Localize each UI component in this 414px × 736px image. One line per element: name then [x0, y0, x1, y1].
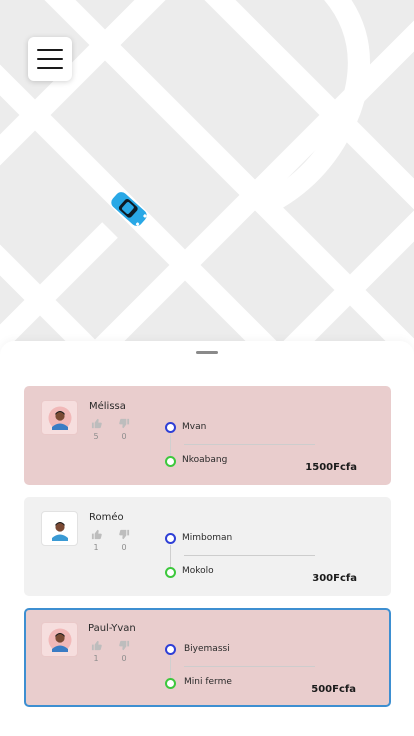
destination-dot-icon	[165, 678, 176, 689]
driver-name: Roméo	[89, 512, 124, 523]
dislikes-count: 0	[121, 543, 127, 552]
route-divider	[184, 666, 315, 667]
taxi-car-icon	[111, 192, 147, 226]
thumbs-down-icon	[118, 640, 129, 651]
origin-place: Mvan	[182, 422, 207, 432]
driver-avatar-icon	[48, 628, 71, 652]
ride-card-selected[interactable]: Paul-Yvan 1 0 Biyemassi Mini ferme 500Fc…	[24, 608, 391, 707]
route-divider	[184, 555, 315, 556]
sheet-drag-handle[interactable]	[196, 351, 218, 354]
dislike-rating[interactable]: 0	[117, 640, 131, 663]
map-view[interactable]	[0, 0, 414, 380]
ride-price: 1500Fcfa	[305, 462, 357, 473]
like-rating[interactable]: 1	[89, 529, 103, 552]
menu-bar	[37, 67, 63, 69]
thumbs-up-icon	[91, 418, 102, 429]
driver-name: Mélissa	[89, 401, 126, 412]
origin-place: Biyemassi	[184, 644, 230, 654]
dislikes-count: 0	[121, 654, 127, 663]
dislikes-count: 0	[121, 432, 127, 441]
origin-dot-icon	[165, 533, 176, 544]
destination-dot-icon	[165, 456, 176, 467]
route-divider	[184, 444, 315, 445]
likes-count: 1	[93, 543, 99, 552]
like-rating[interactable]: 1	[89, 640, 103, 663]
menu-button[interactable]	[28, 37, 72, 81]
origin-dot-icon	[165, 422, 176, 433]
thumbs-up-icon	[91, 529, 102, 540]
origin-dot-icon	[165, 644, 176, 655]
thumbs-up-icon	[91, 640, 102, 651]
ride-price: 500Fcfa	[311, 684, 356, 695]
thumbs-down-icon	[118, 529, 129, 540]
dislike-rating[interactable]: 0	[117, 418, 131, 441]
origin-place: Mimboman	[182, 533, 233, 543]
destination-place: Nkoabang	[182, 455, 228, 465]
destination-place: Mokolo	[182, 566, 214, 576]
ride-card[interactable]: Roméo 1 0 Mimboman Mokolo 300Fcfa	[24, 497, 391, 596]
menu-bar	[37, 58, 63, 60]
like-rating[interactable]: 5	[89, 418, 103, 441]
driver-avatar-icon	[48, 517, 71, 541]
driver-avatar	[41, 511, 78, 546]
destination-place: Mini ferme	[184, 677, 232, 687]
ride-card[interactable]: Mélissa 5 0 Mvan Nkoabang 1500Fcfa	[24, 386, 391, 485]
driver-avatar	[41, 622, 78, 657]
driver-name: Paul-Yvan	[88, 623, 136, 634]
thumbs-down-icon	[118, 418, 129, 429]
menu-bar	[37, 49, 63, 51]
destination-dot-icon	[165, 567, 176, 578]
driver-avatar	[41, 400, 78, 435]
likes-count: 5	[93, 432, 99, 441]
ride-price: 300Fcfa	[312, 573, 357, 584]
likes-count: 1	[93, 654, 99, 663]
rides-bottom-sheet[interactable]: Mélissa 5 0 Mvan Nkoabang 1500Fcfa Roméo	[0, 341, 414, 736]
dislike-rating[interactable]: 0	[117, 529, 131, 552]
driver-avatar-icon	[48, 406, 71, 430]
